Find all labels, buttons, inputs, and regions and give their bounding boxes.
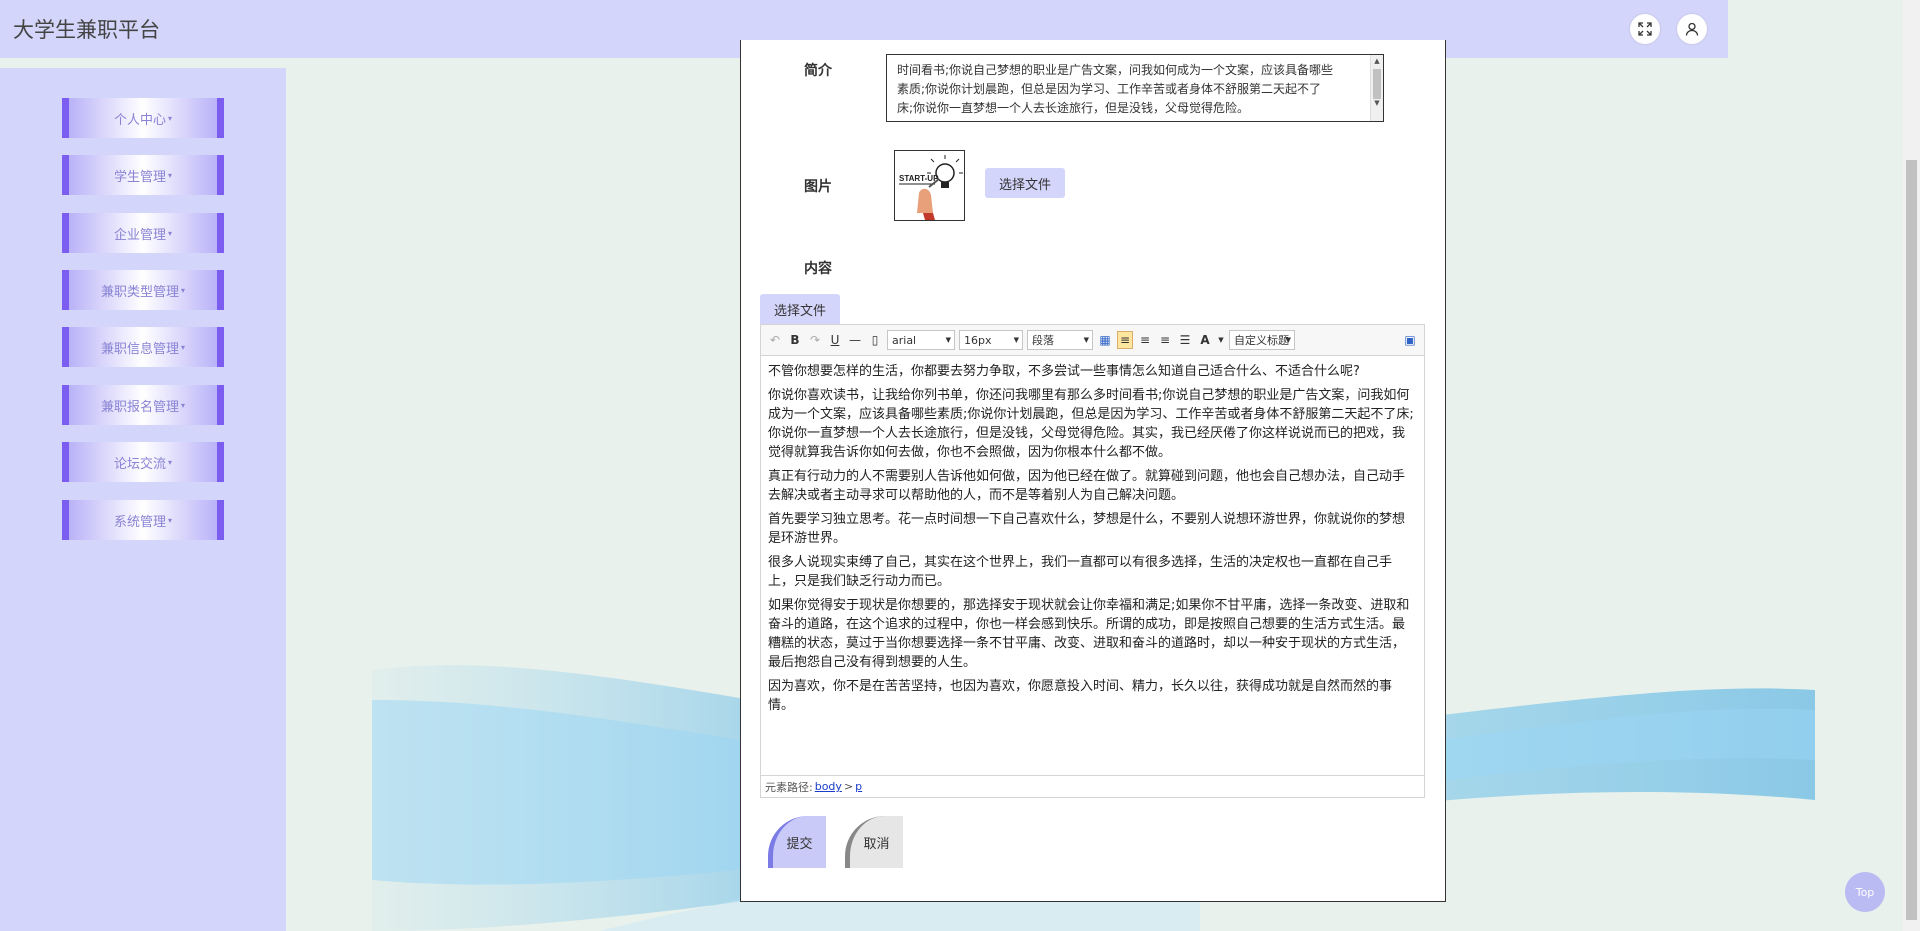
page-scroll-thumb[interactable] — [1906, 160, 1917, 920]
editor-toolbar: ↶ B ↷ U — ▯ arial ▼ 16px ▼ 段落 ▼ ▦ ≡ ≡ ≡ ☰ A… — [761, 325, 1424, 356]
element-path-p-link[interactable]: p — [855, 780, 862, 793]
scroll-thumb[interactable] — [1373, 69, 1381, 99]
content-label: 内容 — [804, 261, 832, 277]
image-upload-button[interactable]: 选择文件 — [985, 168, 1066, 198]
sidebar-item-forum[interactable]: 论坛交流 ▾ — [62, 442, 224, 482]
horizontal-rule-icon[interactable]: — — [847, 331, 863, 349]
caret-down-icon: ▾ — [168, 170, 173, 180]
sidebar-item-personal-center[interactable]: 个人中心 ▾ — [62, 98, 224, 138]
cancel-button[interactable]: 取消 — [845, 816, 903, 868]
intro-line: 时间看书;你说自己梦想的职业是广告文案，问我如何成为一个文案，应该具备哪些 — [897, 63, 1334, 77]
startup-lightbulb-image: START-UP — [895, 151, 964, 220]
paragraph-format-select[interactable]: 段落 ▼ — [1027, 330, 1093, 350]
custom-title-value: 自定义标题 — [1234, 334, 1289, 347]
svg-text:START-UP: START-UP — [899, 174, 939, 183]
sidebar-item-label: 论坛交流 — [113, 456, 166, 472]
table-icon[interactable]: ▦ — [1097, 331, 1113, 349]
intro-scrollbar[interactable]: ▲ ▼ — [1370, 55, 1383, 121]
sidebar: 个人中心 ▾ 学生管理 ▾ 企业管理 ▾ 兼职类型管理 ▾ 兼职信息管理 ▾ 兼职报名管理… — [0, 68, 286, 931]
caret-down-icon: ▾ — [168, 515, 173, 525]
image-label: 图片 — [804, 179, 832, 195]
intro-line: …………………………………………………………………… — [897, 55, 1367, 61]
sidebar-item-student-management[interactable]: 学生管理 ▾ — [62, 155, 224, 195]
intro-line: 床;你说你一直梦想一个人去长途旅行，但是没钱，父母觉得危险。 — [897, 101, 1250, 115]
font-size-select[interactable]: 16px ▼ — [959, 330, 1023, 350]
align-left-icon[interactable]: ≡ — [1117, 331, 1133, 349]
font-family-value: arial — [892, 333, 917, 347]
sidebar-item-system-management[interactable]: 系统管理 ▾ — [62, 500, 224, 540]
sidebar-item-label: 兼职类型管理 — [100, 284, 179, 300]
fullscreen-editor-icon[interactable]: ▣ — [1402, 331, 1418, 349]
content-paragraph: 因为喜欢，你不是在苦苦坚持，也因为喜欢，你愿意投入时间、精力，长久以往，获得成功… — [768, 679, 1393, 713]
scroll-down-icon[interactable]: ▼ — [1371, 97, 1383, 109]
back-to-top-button[interactable]: Top — [1845, 872, 1885, 912]
content-paragraph: 如果你觉得安于现状是你想要的，那选择安于现状就会让你幸福和满足;如果你不甘平庸，… — [768, 598, 1410, 670]
sidebar-item-job-info-management[interactable]: 兼职信息管理 ▾ — [62, 327, 224, 367]
element-path-separator: > — [843, 780, 854, 793]
image-preview: START-UP — [894, 150, 965, 221]
user-icon — [1685, 22, 1699, 36]
fullscreen-icon — [1638, 22, 1652, 36]
page-scrollbar[interactable] — [1903, 0, 1920, 931]
rich-text-editor: ↶ B ↷ U — ▯ arial ▼ 16px ▼ 段落 ▼ ▦ ≡ ≡ ≡ ☰ A… — [760, 324, 1425, 798]
sidebar-item-label: 企业管理 — [113, 227, 166, 243]
fullscreen-button[interactable] — [1630, 14, 1660, 44]
custom-title-select[interactable]: 自定义标题 ▼ — [1229, 330, 1295, 350]
element-path-prefix: 元素路径: — [765, 780, 813, 794]
underline-icon[interactable]: U — [827, 331, 843, 349]
undo-icon[interactable]: ↶ — [767, 331, 783, 349]
sidebar-item-label: 个人中心 — [113, 112, 166, 128]
intro-textarea[interactable]: …………………………………………………………………… 时间看书;你说自己梦想的职… — [886, 54, 1384, 122]
content-paragraph: 很多人说现实束缚了自己，其实在这个世界上，我们一直都可以有很多选择，生活的决定权… — [768, 555, 1393, 589]
chevron-down-icon: ▼ — [1083, 336, 1089, 344]
user-profile-button[interactable] — [1677, 14, 1707, 44]
paragraph-format-value: 段落 — [1032, 334, 1054, 347]
caret-down-icon: ▾ — [168, 457, 173, 467]
redo-icon[interactable]: ↷ — [807, 331, 823, 349]
align-right-icon[interactable]: ≡ — [1157, 331, 1173, 349]
content-paragraph: 真正有行动力的人不需要别人告诉他如何做，因为他已经在做了。就算碰到问题，他也会自… — [768, 469, 1406, 503]
content-paragraph: 你说你喜欢读书，让我给你列书单，你还问我哪里有那么多时间看书;你说自己梦想的职业… — [768, 388, 1414, 460]
sidebar-item-label: 兼职报名管理 — [100, 399, 179, 415]
intro-line: 素质;你说你计划晨跑，但总是因为学习、工作辛苦或者身体不舒服第二天起不了 — [897, 82, 1322, 96]
edit-form-panel: 简介 …………………………………………………………………… 时间看书;你说自己梦… — [740, 40, 1446, 902]
editor-content[interactable]: 不管你想要怎样的生活，你都要去努力争取，不多尝试一些事情怎么知道自己适合什么、不… — [761, 356, 1424, 715]
font-color-icon[interactable]: A — [1197, 331, 1213, 349]
caret-down-icon: ▾ — [168, 113, 173, 123]
sidebar-item-job-type-management[interactable]: 兼职类型管理 ▾ — [62, 270, 224, 310]
font-size-value: 16px — [964, 333, 992, 347]
sidebar-item-label: 系统管理 — [113, 514, 166, 530]
caret-down-icon: ▾ — [181, 285, 186, 295]
caret-down-icon: ▾ — [168, 228, 173, 238]
element-path-bar: 元素路径: body > p — [761, 775, 1424, 797]
sidebar-item-job-application-management[interactable]: 兼职报名管理 ▾ — [62, 385, 224, 425]
align-justify-icon[interactable]: ☰ — [1177, 331, 1193, 349]
content-upload-button[interactable]: 选择文件 — [760, 294, 841, 324]
sidebar-item-label: 兼职信息管理 — [100, 341, 179, 357]
chevron-down-icon: ▼ — [945, 336, 951, 344]
sidebar-item-label: 学生管理 — [113, 169, 166, 185]
chevron-down-icon: ▼ — [1013, 336, 1019, 344]
sidebar-item-company-management[interactable]: 企业管理 ▾ — [62, 213, 224, 253]
app-title: 大学生兼职平台 — [13, 18, 160, 42]
paste-plain-icon[interactable]: ▯ — [867, 331, 883, 349]
chevron-down-icon: ▼ — [1285, 336, 1291, 344]
caret-down-icon: ▾ — [181, 342, 186, 352]
bold-icon[interactable]: B — [787, 331, 803, 349]
element-path-body-link[interactable]: body — [815, 780, 842, 793]
content-paragraph: 不管你想要怎样的生活，你都要去努力争取，不多尝试一些事情怎么知道自己适合什么、不… — [768, 364, 1360, 379]
caret-down-icon: ▾ — [181, 400, 186, 410]
content-paragraph: 首先要学习独立思考。花一点时间想一下自己喜欢什么，梦想是什么，不要别人说想环游世… — [768, 512, 1406, 546]
align-center-icon[interactable]: ≡ — [1137, 331, 1153, 349]
scroll-up-icon[interactable]: ▲ — [1371, 55, 1383, 67]
font-family-select[interactable]: arial ▼ — [887, 330, 955, 350]
chevron-down-icon[interactable]: ▼ — [1217, 331, 1225, 349]
submit-button[interactable]: 提交 — [768, 816, 826, 868]
intro-label: 简介 — [804, 63, 832, 79]
